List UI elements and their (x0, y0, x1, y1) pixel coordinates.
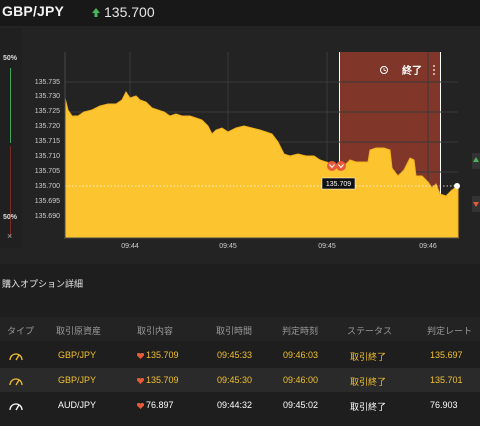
x-tick: 09:44 (121, 243, 139, 250)
side-up-arrow-icon (472, 153, 480, 169)
row-content-value: 135.709 (146, 350, 179, 360)
x-tick: 09:45 (219, 243, 237, 250)
y-tick: 135.700 (35, 183, 60, 190)
y-tick: 135.720 (35, 123, 60, 130)
y-tick: 135.715 (35, 138, 60, 145)
current-price-dot (454, 183, 460, 189)
row-time: 09:45:30 (217, 375, 253, 385)
y-tick: 135.735 (35, 79, 60, 86)
row-content: 135.709 (137, 350, 179, 360)
y-tick: 135.695 (35, 198, 60, 205)
y-tick: 135.710 (35, 153, 60, 160)
header-time: 取引時間 (216, 326, 253, 336)
section-title: 購入オプション詳細 (2, 279, 84, 289)
table-header: タイプ 取引原資産 取引内容 取引時間 判定時刻 ステータス 判定レート (0, 317, 480, 341)
y-axis-labels: 135.735 135.730 135.725 135.720 135.715 … (35, 79, 60, 220)
row-judge: 09:46:03 (283, 350, 319, 360)
header-judge: 判定時刻 (282, 326, 319, 336)
row-content: 76.897 (137, 400, 174, 410)
marker-price-label: 135.709 (326, 181, 351, 188)
heart-icon (137, 352, 144, 359)
row-time: 09:45:33 (217, 350, 253, 360)
row-status: 取引終了 (350, 352, 387, 362)
header-asset: 取引原資産 (56, 326, 102, 336)
row-judge: 09:45:02 (283, 400, 319, 410)
row-asset: GBP/JPY (58, 375, 97, 385)
x-tick: 09:46 (419, 243, 437, 250)
header-status: ステータス (347, 326, 393, 336)
header-rate: 判定レート (427, 326, 473, 336)
gauge-icon (9, 378, 23, 386)
y-tick: 135.690 (35, 213, 60, 220)
side-down-arrow-icon (472, 196, 480, 212)
table-row[interactable]: GBP/JPY 135.709 09:45:30 09:46:00 取引終了 1… (0, 368, 480, 392)
heart-icon (137, 377, 144, 384)
row-content-value: 76.897 (146, 400, 174, 410)
gauge-icon (9, 403, 23, 411)
row-rate: 76.903 (430, 400, 458, 410)
y-tick: 135.705 (35, 168, 60, 175)
row-rate: 135.701 (430, 375, 463, 385)
row-content: 135.709 (137, 375, 179, 385)
expired-label: 終了 (402, 64, 422, 77)
y-tick: 135.730 (35, 93, 60, 100)
price-chart: 135.735 135.730 135.725 135.720 135.715 … (35, 52, 480, 250)
x-axis-labels: 09:44 09:45 09:45 09:46 (121, 243, 437, 250)
row-status: 取引終了 (350, 402, 387, 412)
row-rate: 135.697 (430, 350, 463, 360)
header-type: タイプ (7, 326, 35, 336)
row-asset: AUD/JPY (58, 400, 97, 410)
row-asset: GBP/JPY (58, 350, 97, 360)
x-tick: 09:45 (318, 243, 336, 250)
row-status: 取引終了 (350, 377, 387, 387)
gauge-icon (9, 353, 23, 361)
menu-dots-icon (433, 65, 435, 75)
y-tick: 135.725 (35, 108, 60, 115)
row-judge: 09:46:00 (283, 375, 319, 385)
table-row[interactable]: AUD/JPY 76.897 09:44:32 09:45:02 取引終了 76… (0, 393, 480, 417)
table-row[interactable]: GBP/JPY 135.709 09:45:33 09:46:03 取引終了 1… (0, 343, 480, 367)
row-time: 09:44:32 (217, 400, 253, 410)
row-content-value: 135.709 (146, 375, 179, 385)
header-content: 取引内容 (137, 326, 174, 336)
heart-icon (137, 402, 144, 409)
